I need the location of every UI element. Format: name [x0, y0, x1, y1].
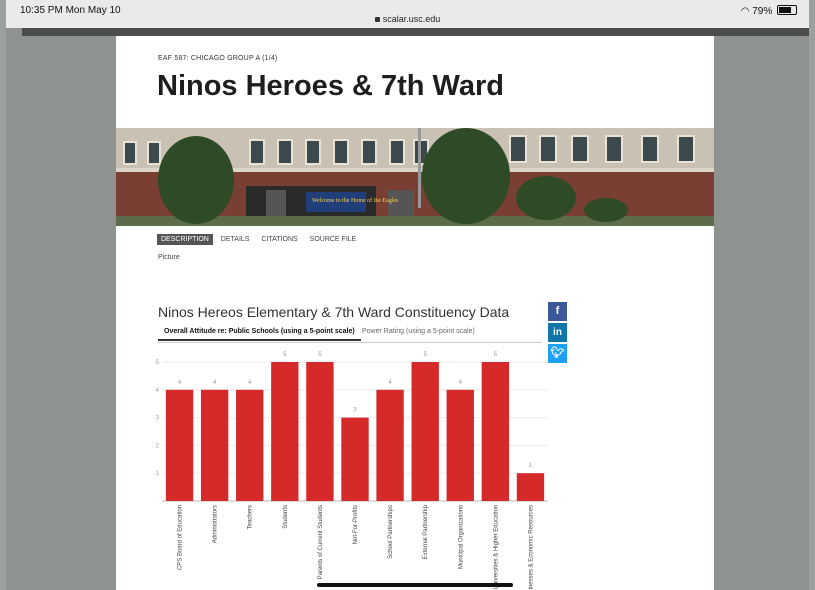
y-tick-label: 3 [156, 416, 160, 422]
data-label: 3 [353, 408, 357, 414]
device-frame: 10:35 PM Mon May 10 scalar.usc.edu ◠ 79%… [6, 0, 809, 590]
bar [446, 389, 474, 501]
battery-percent: 79% [752, 6, 773, 17]
twitter-share-button[interactable]: 🐦︎ [548, 344, 567, 363]
tab-description[interactable]: DESCRIPTION [157, 234, 213, 245]
bar [165, 389, 194, 501]
y-tick-label: 5 [156, 360, 160, 366]
data-label: 5 [318, 352, 322, 358]
content-tabs: DESCRIPTION DETAILS CITATIONS SOURCE FIL… [157, 234, 362, 245]
category-label: Students [283, 505, 289, 529]
data-label: 4 [213, 380, 217, 386]
category-label: School Partnerships [388, 505, 394, 559]
page-content: EAF 587: CHICAGO GROUP A (1/4) Ninos Her… [116, 36, 714, 590]
data-label: 1 [529, 463, 533, 469]
tab-source-file[interactable]: SOURCE FILE [306, 234, 361, 245]
data-label: 4 [388, 380, 392, 386]
chart-tab-divider [158, 342, 542, 343]
data-label: 5 [424, 352, 428, 358]
data-label: 4 [248, 380, 252, 386]
hero-caption: Welcome to the Home of the Eagles [312, 197, 399, 204]
category-label: Municipal Organizations [458, 505, 464, 569]
category-label: Administrators [213, 505, 219, 543]
data-label: 4 [459, 380, 463, 386]
bar [306, 362, 334, 501]
bar [516, 473, 545, 501]
category-label: CPS Board of Education [178, 505, 184, 570]
lock-icon [374, 17, 380, 22]
tab-power-rating[interactable]: Power Rating (using a 5-point scale) [362, 328, 475, 335]
url-text: scalar.usc.edu [382, 14, 441, 24]
wifi-icon: ◠ [740, 6, 750, 17]
bar [341, 417, 369, 501]
category-label: External Partnership [423, 504, 429, 559]
address-bar[interactable]: scalar.usc.edu [6, 14, 809, 24]
hero-image: Welcome to the Home of the Eagles [116, 128, 714, 226]
home-indicator [317, 583, 513, 587]
y-tick-label: 4 [156, 388, 160, 394]
picture-label: Picture [158, 254, 180, 261]
y-tick-label: 1 [156, 471, 160, 477]
page-title: Ninos Heroes & 7th Ward [157, 70, 504, 102]
tab-citations[interactable]: CITATIONS [257, 234, 301, 245]
bar [376, 389, 404, 501]
bar [411, 362, 439, 501]
bar [271, 362, 299, 501]
toolbar-strip [22, 28, 809, 36]
facebook-share-button[interactable]: f [548, 302, 567, 321]
bar [481, 362, 510, 501]
linkedin-share-button[interactable]: in [548, 323, 567, 342]
breadcrumb[interactable]: EAF 587: CHICAGO GROUP A (1/4) [158, 55, 277, 62]
category-label: Parents of Current Students [318, 505, 324, 579]
data-label: 5 [283, 352, 287, 358]
bar [236, 389, 264, 501]
facebook-icon: f [555, 305, 560, 317]
bar [200, 389, 229, 501]
data-label: 4 [178, 380, 182, 386]
twitter-icon: 🐦︎ [550, 347, 565, 359]
category-label: Teachers [248, 505, 254, 529]
category-label: Universities & Higher Education [493, 505, 499, 589]
bar-chart: 1 2 3 4 5 4 CPS Board of Education 4 Administrat… [156, 352, 548, 590]
tab-details[interactable]: DETAILS [217, 234, 254, 245]
battery-icon [777, 5, 797, 15]
chart-title: Ninos Hereos Elementary & 7th Ward Const… [158, 304, 510, 320]
category-label: Not-For-Profits [353, 505, 359, 544]
tab-overall-attitude[interactable]: Overall Attitude re: Public Schools (usi… [158, 328, 361, 341]
status-right: ◠ 79% [741, 5, 797, 17]
category-label: Businesses & Economic Resources [528, 505, 534, 590]
status-bar: 10:35 PM Mon May 10 scalar.usc.edu ◠ 79% [6, 0, 809, 28]
y-tick-label: 2 [156, 443, 160, 449]
linkedin-icon: in [553, 327, 562, 338]
data-label: 5 [494, 352, 498, 358]
